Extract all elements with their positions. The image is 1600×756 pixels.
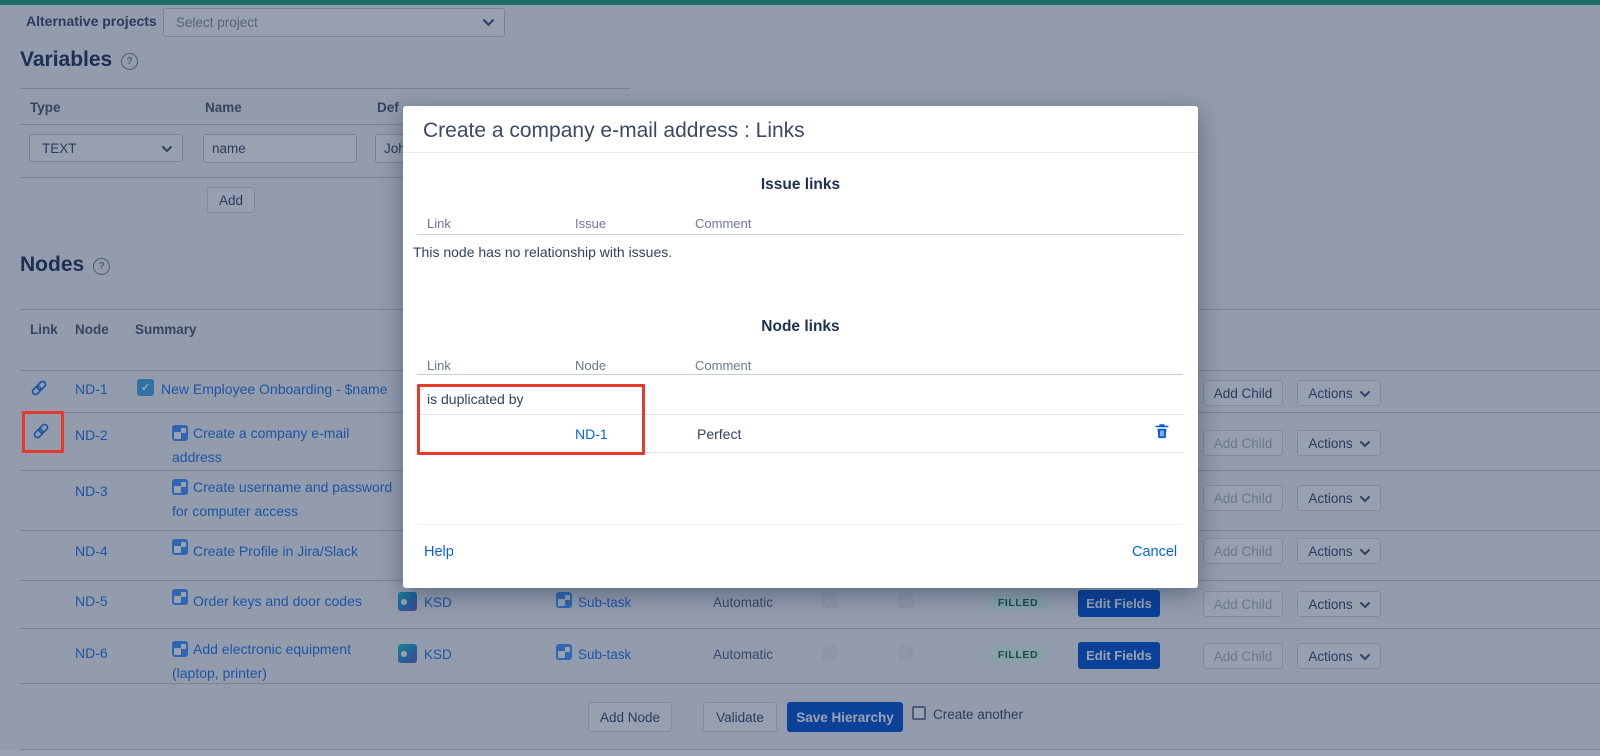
issue-links-empty-message: This node has no relationship with issue… (413, 244, 672, 260)
divider (403, 152, 1198, 153)
cancel-link[interactable]: Cancel (1132, 544, 1177, 560)
annotation-box-node-link (417, 384, 645, 455)
node-link-comment: Perfect (697, 426, 741, 442)
node-links-heading: Node links (403, 318, 1198, 336)
node-links-header-node: Node (575, 358, 606, 373)
annotation-box-link-icon (22, 411, 64, 453)
divider (417, 234, 1183, 235)
app-screen: Alternative projects Select project Vari… (0, 0, 1600, 756)
issue-links-header-issue: Issue (575, 216, 606, 231)
modal-title: Create a company e-mail address : Links (423, 119, 805, 143)
divider (417, 524, 1183, 525)
divider (417, 374, 1183, 375)
delete-trash-icon[interactable] (1153, 422, 1171, 440)
issue-links-header-comment: Comment (695, 216, 751, 231)
help-link[interactable]: Help (424, 544, 454, 560)
issue-links-header-link: Link (427, 216, 451, 231)
node-links-header-comment: Comment (695, 358, 751, 373)
issue-links-heading: Issue links (403, 176, 1198, 194)
node-links-header-link: Link (427, 358, 451, 373)
links-modal: Create a company e-mail address : Links … (403, 106, 1198, 588)
